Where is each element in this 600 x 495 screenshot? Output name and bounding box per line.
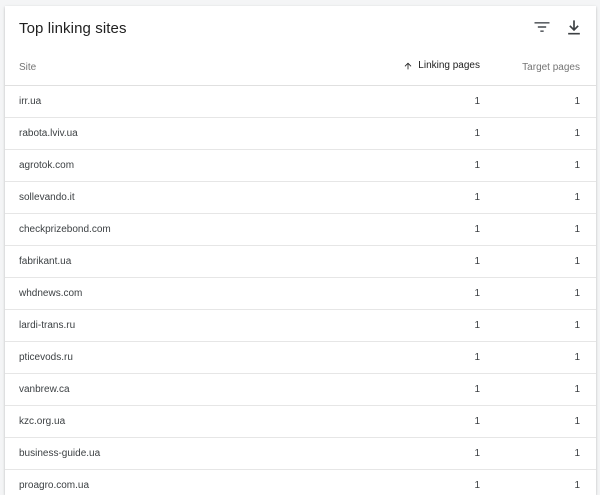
column-header-linking-pages[interactable]: Linking pages	[403, 60, 480, 71]
table-row[interactable]: proagro.com.ua 1 1	[5, 470, 596, 495]
card-header: Top linking sites	[5, 6, 596, 50]
column-header-target-pages[interactable]: Target pages	[522, 62, 580, 73]
site-cell: whdnews.com	[19, 288, 83, 299]
linking-pages-cell: 1	[474, 256, 480, 267]
linking-pages-cell: 1	[474, 288, 480, 299]
target-pages-cell: 1	[574, 288, 580, 299]
column-header-site[interactable]: Site	[19, 62, 36, 73]
linking-pages-cell: 1	[474, 96, 480, 107]
site-cell: kzc.org.ua	[19, 416, 66, 427]
table-row[interactable]: agrotok.com 1 1	[5, 150, 596, 182]
target-pages-cell: 1	[574, 96, 580, 107]
table-row[interactable]: checkprizebond.com 1 1	[5, 214, 596, 246]
table-row[interactable]: whdnews.com 1 1	[5, 278, 596, 310]
target-pages-cell: 1	[574, 128, 580, 139]
target-pages-cell: 1	[574, 416, 580, 427]
table-row[interactable]: lardi-trans.ru 1 1	[5, 310, 596, 342]
linking-pages-cell: 1	[474, 128, 480, 139]
site-cell: sollevando.it	[19, 192, 75, 203]
site-cell: proagro.com.ua	[19, 480, 90, 491]
linking-pages-cell: 1	[474, 160, 480, 171]
table-row[interactable]: irr.ua 1 1	[5, 86, 596, 118]
table-row[interactable]: business-guide.ua 1 1	[5, 438, 596, 470]
site-cell: checkprizebond.com	[19, 224, 111, 235]
linking-pages-cell: 1	[474, 448, 480, 459]
target-pages-cell: 1	[574, 448, 580, 459]
table-row[interactable]: rabota.lviv.ua 1 1	[5, 118, 596, 150]
table-row[interactable]: vanbrew.ca 1 1	[5, 374, 596, 406]
target-pages-cell: 1	[574, 320, 580, 331]
target-pages-cell: 1	[574, 160, 580, 171]
site-cell: irr.ua	[19, 96, 42, 107]
target-pages-cell: 1	[574, 224, 580, 235]
linking-pages-cell: 1	[474, 224, 480, 235]
linking-pages-cell: 1	[474, 192, 480, 203]
table-row[interactable]: fabrikant.ua 1 1	[5, 246, 596, 278]
table-header: Site Linking pages Target pages	[5, 50, 596, 86]
filter-icon[interactable]	[532, 17, 552, 37]
linking-pages-cell: 1	[474, 320, 480, 331]
site-cell: vanbrew.ca	[19, 384, 70, 395]
linking-pages-cell: 1	[474, 480, 480, 491]
site-cell: fabrikant.ua	[19, 256, 72, 267]
card-title: Top linking sites	[19, 20, 127, 37]
table-body: irr.ua 1 1 rabota.lviv.ua 1 1 agrotok.com 1 1 sol…	[5, 86, 596, 495]
target-pages-cell: 1	[574, 256, 580, 267]
target-pages-cell: 1	[574, 352, 580, 363]
site-cell: business-guide.ua	[19, 448, 101, 459]
arrow-up-icon	[404, 62, 412, 69]
linking-pages-cell: 1	[474, 352, 480, 363]
top-linking-sites-card: Top linking sites Site Linking pages Tar…	[5, 6, 596, 495]
target-pages-cell: 1	[574, 192, 580, 203]
site-cell: agrotok.com	[19, 160, 75, 171]
site-cell: rabota.lviv.ua	[19, 128, 78, 139]
download-icon[interactable]	[564, 17, 584, 37]
table-row[interactable]: pticevods.ru 1 1	[5, 342, 596, 374]
target-pages-cell: 1	[574, 480, 580, 491]
linking-pages-cell: 1	[474, 384, 480, 395]
linking-pages-cell: 1	[474, 416, 480, 427]
table-row[interactable]: sollevando.it 1 1	[5, 182, 596, 214]
site-cell: lardi-trans.ru	[19, 320, 76, 331]
table-row[interactable]: kzc.org.ua 1 1	[5, 406, 596, 438]
target-pages-cell: 1	[574, 384, 580, 395]
site-cell: pticevods.ru	[19, 352, 73, 363]
column-header-linking-pages-label: Linking pages	[418, 60, 480, 71]
